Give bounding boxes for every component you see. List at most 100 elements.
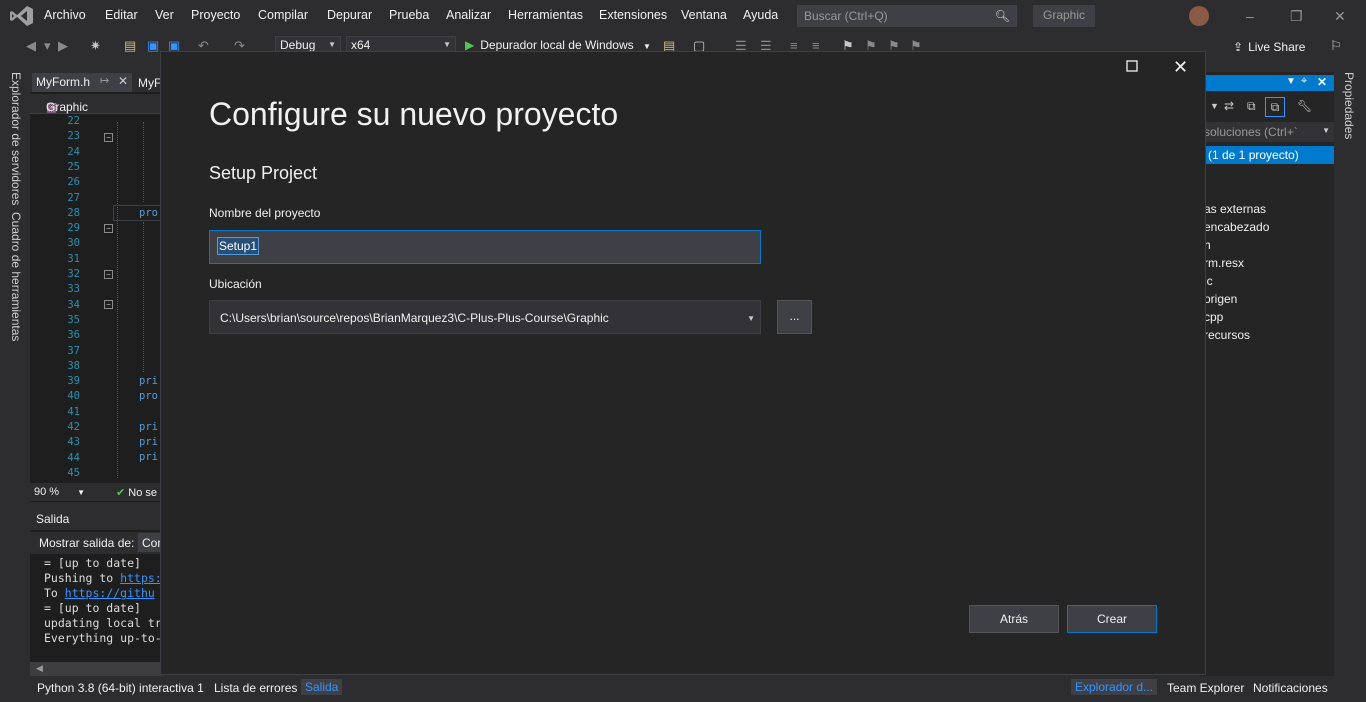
collapse-icon[interactable]: − <box>104 270 113 279</box>
forward-icon[interactable]: ▶ <box>58 38 68 54</box>
tree-item[interactable]: as externas <box>1204 202 1266 216</box>
line-number: 44 <box>67 451 80 464</box>
dropdown-icon[interactable]: ▼ <box>1286 76 1296 87</box>
line-number: 22 <box>67 115 80 127</box>
output-line-text: To <box>44 586 65 600</box>
restore-icon[interactable]: ❐ <box>1290 8 1303 25</box>
pin-icon[interactable]: ⌖ <box>1301 75 1307 88</box>
dropdown-icon[interactable]: ▾ <box>44 38 51 54</box>
properties-tab[interactable]: Propiedades <box>1342 72 1356 139</box>
save-icon[interactable]: ▣ <box>147 38 159 54</box>
chevron-down-icon: ▼ <box>643 42 651 51</box>
close-icon[interactable]: ✕ <box>1317 75 1327 89</box>
tab-output[interactable]: Salida <box>301 679 343 695</box>
menu-archivo[interactable]: Archivo <box>44 8 86 22</box>
output-line-text: = [up to date] <box>44 556 141 570</box>
output-source-bar: Mostrar salida de: Con <box>30 532 168 554</box>
menu-proyecto[interactable]: Proyecto <box>191 8 240 22</box>
collapse-icon[interactable]: − <box>104 224 113 233</box>
close-window-icon[interactable]: ✕ <box>1334 8 1346 25</box>
chevron-down-icon[interactable]: ▼ <box>747 314 755 323</box>
line-number: 34 <box>67 298 80 311</box>
menu-prueba[interactable]: Prueba <box>389 8 429 22</box>
collapse-all-icon[interactable]: ⧉ <box>1247 99 1256 114</box>
search-icon[interactable]: 🔍︎ <box>995 9 1010 23</box>
tab-error-list[interactable]: Lista de errores <box>214 681 297 695</box>
collapse-icon[interactable]: − <box>104 133 113 142</box>
project-type-name: Setup Project <box>209 163 318 183</box>
back-icon[interactable]: ◀ <box>26 38 36 54</box>
chevron-down-icon[interactable]: ▼ <box>1210 101 1219 111</box>
menu-analizar[interactable]: Analizar <box>446 8 491 22</box>
tree-item[interactable]: origen <box>1204 292 1237 306</box>
solution-explorer-toolbar: ▼ ⇄ ⧉ ⧉ 🔧︎ <box>1200 97 1334 119</box>
feedback-icon[interactable]: ⚐ <box>1330 38 1342 54</box>
avatar[interactable] <box>1189 6 1209 26</box>
line-number: 24 <box>67 145 80 158</box>
tab-myform-h[interactable]: MyForm.h ↦ ✕ <box>32 73 132 92</box>
visual-studio-logo-icon[interactable] <box>10 5 34 27</box>
search-box[interactable]: Buscar (Ctrl+Q) 🔍︎ <box>797 5 1017 27</box>
location-combo[interactable]: C:\Users\brian\source\repos\BrianMarquez… <box>209 300 761 334</box>
live-share-button[interactable]: ⇪ Live Share <box>1233 40 1305 54</box>
project-name-input[interactable]: Setup1 <box>209 230 761 264</box>
tree-item[interactable]: rm.resx <box>1204 256 1244 270</box>
sync-icon[interactable]: ⇄ <box>1224 99 1234 113</box>
output-line-text: Everything up-to- <box>44 631 162 645</box>
menu-ventana[interactable]: Ventana <box>681 8 727 22</box>
tab-myform-second[interactable]: MyF <box>138 76 161 90</box>
share-icon: ⇪ <box>1233 40 1244 54</box>
dialog-title: Configure su nuevo proyecto <box>209 96 619 132</box>
new-project-icon[interactable]: ✷ <box>90 38 101 54</box>
tab-python-interactive[interactable]: Python 3.8 (64-bit) interactiva 1 <box>37 681 204 695</box>
issues-label: No se <box>128 487 158 499</box>
browse-button[interactable]: ... <box>777 300 812 334</box>
line-number: 25 <box>67 160 80 173</box>
project-name-value: Setup1 <box>216 237 260 255</box>
navigation-bar[interactable]: ▩ Graphic <box>30 94 162 114</box>
line-number: 35 <box>67 313 80 326</box>
zoom-select[interactable]: 90 % ▼ <box>34 486 85 498</box>
open-folder-icon[interactable]: ▤ <box>124 38 136 54</box>
show-all-files-icon[interactable]: ⧉ <box>1265 97 1285 117</box>
minimize-icon[interactable]: – <box>1246 8 1254 24</box>
create-button[interactable]: Crear <box>1067 605 1157 633</box>
start-debugger-button[interactable]: ▶ Depurador local de Windows ▼ <box>465 38 651 52</box>
output-link[interactable]: https://githu <box>65 586 155 600</box>
issues-indicator[interactable]: ✔ No se <box>116 486 157 499</box>
code-fragment: pri <box>139 375 158 387</box>
menu-extensiones[interactable]: Extensiones <box>599 8 667 22</box>
tab-solution-explorer[interactable]: Explorador d... <box>1071 679 1158 695</box>
scroll-left-icon[interactable]: ◀ <box>36 663 43 674</box>
tab-notifications[interactable]: Notificaciones <box>1253 681 1328 695</box>
properties-icon[interactable]: 🔧︎ <box>1297 99 1312 113</box>
close-dialog-icon[interactable]: ✕ <box>1173 57 1188 78</box>
menu-editar[interactable]: Editar <box>105 8 138 22</box>
code-fragment: pri <box>139 451 158 463</box>
server-explorer-tab[interactable]: Explorador de servidores <box>9 72 23 205</box>
code-fragment: pro <box>139 390 158 402</box>
solution-search-input[interactable]: soluciones (Ctrl+` ▼ <box>1200 122 1334 142</box>
solution-node[interactable]: (1 de 1 proyecto) <box>1200 146 1334 164</box>
tree-item[interactable]: cpp <box>1204 310 1223 324</box>
pin-icon[interactable]: ↦ <box>100 74 109 87</box>
menu-depurar[interactable]: Depurar <box>327 8 372 22</box>
nav-project-label: Graphic <box>46 100 89 114</box>
tab-team-explorer[interactable]: Team Explorer <box>1167 681 1244 695</box>
horizontal-scrollbar[interactable]: ◀ <box>30 662 162 676</box>
close-icon[interactable]: ✕ <box>118 74 128 88</box>
output-link[interactable]: https: <box>120 571 162 585</box>
toolbox-tab[interactable]: Cuadro de herramientas <box>9 212 23 341</box>
tree-item[interactable]: encabezado <box>1204 220 1269 234</box>
output-line-text: = [up to date] <box>44 601 141 615</box>
tree-item[interactable]: recursos <box>1204 328 1250 342</box>
maximize-icon[interactable] <box>1126 59 1142 75</box>
location-value: C:\Users\brian\source\repos\BrianMarquez… <box>220 311 609 325</box>
menu-ayuda[interactable]: Ayuda <box>743 8 778 22</box>
collapse-icon[interactable]: − <box>104 300 113 309</box>
menu-herramientas[interactable]: Herramientas <box>508 8 583 22</box>
back-button[interactable]: Atrás <box>969 605 1059 633</box>
indent-guide <box>143 222 144 372</box>
menu-ver[interactable]: Ver <box>155 8 174 22</box>
menu-compilar[interactable]: Compilar <box>258 8 308 22</box>
